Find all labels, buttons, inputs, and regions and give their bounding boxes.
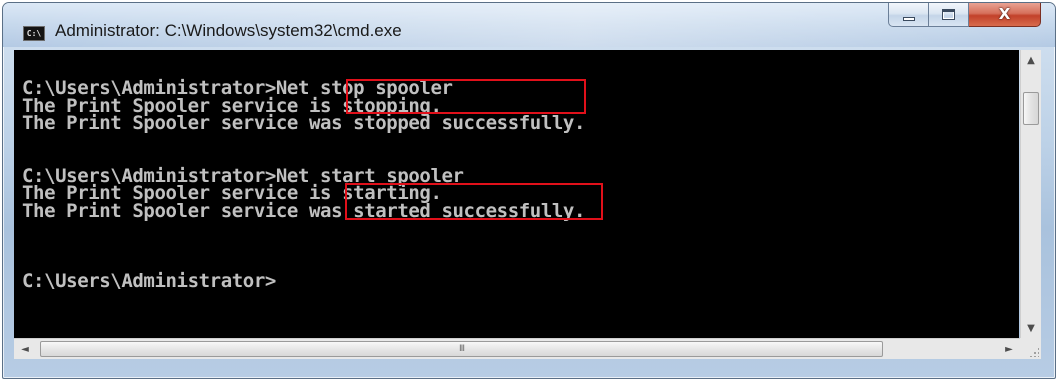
maximize-icon: [942, 9, 955, 20]
vertical-scroll-thumb[interactable]: [1023, 92, 1039, 125]
vertical-scrollbar[interactable]: ▲ ▼: [1020, 50, 1041, 338]
maximize-button[interactable]: [929, 3, 969, 27]
console-prompt: C:\Users\Administrator>: [22, 269, 276, 292]
highlight-net-stop-spooler: [346, 79, 586, 114]
scroll-grip-icon: III: [459, 344, 465, 354]
console-output[interactable]: C:\Users\Administrator>Net stop spooler T…: [14, 50, 1019, 338]
resize-grip-icon[interactable]: [1029, 347, 1039, 357]
scroll-right-arrow-icon[interactable]: ►: [998, 339, 1020, 359]
console-line: The Print Spooler service was stopped su…: [22, 112, 585, 134]
scrollbar-corner: [1020, 338, 1041, 359]
horizontal-scrollbar[interactable]: ◄ III ►: [14, 338, 1020, 359]
minimize-icon: [902, 16, 915, 21]
minimize-button[interactable]: [888, 3, 929, 27]
window-title: Administrator: C:\Windows\system32\cmd.e…: [55, 21, 402, 40]
scroll-left-arrow-icon[interactable]: ◄: [14, 339, 36, 359]
scroll-down-arrow-icon[interactable]: ▼: [1021, 318, 1041, 338]
close-button[interactable]: X: [969, 3, 1041, 27]
close-icon: X: [998, 5, 1011, 23]
highlight-net-start-spooler: [345, 183, 603, 220]
command-prompt-icon[interactable]: C:\: [23, 26, 45, 41]
cmd-window: C:\ Administrator: C:\Windows\system32\c…: [2, 2, 1056, 379]
scroll-up-arrow-icon[interactable]: ▲: [1021, 50, 1041, 70]
horizontal-scroll-thumb[interactable]: III: [40, 341, 883, 357]
